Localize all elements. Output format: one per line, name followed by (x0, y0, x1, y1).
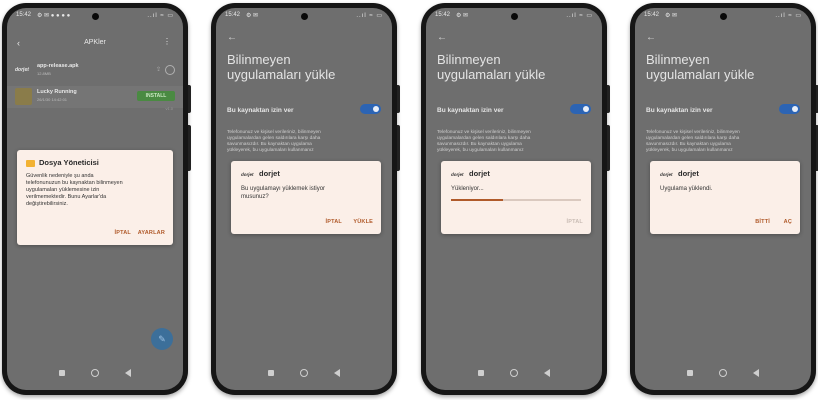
cancel-button[interactable]: İPTAL (326, 219, 342, 225)
status-icons-left: ⚙ ✉ ● ● ● ● (37, 13, 71, 19)
screen-installing: 15:42 ⚙ ✉ ..ıl ≈ ▭ ← Bilinmeyen uygulamal… (426, 8, 602, 390)
install-progress-fill (451, 199, 503, 201)
app-logo: dorjet (15, 67, 29, 73)
app-logo: dorjet (660, 172, 673, 177)
dialog-question: Bu uygulamayı yüklemek istiyor musunuz? (241, 186, 326, 200)
allow-source-toggle[interactable] (360, 104, 381, 114)
dialog-app-name: dorjet (469, 169, 490, 178)
back-nav-icon[interactable] (753, 369, 759, 377)
status-time: 15:42 (435, 12, 451, 18)
app-logo: dorjet (451, 172, 464, 177)
nav-bar (426, 366, 602, 380)
phone-frame-4: 15:42 ⚙ ✉ ..ıl ≈ ▭ ← Bilinmeyen uygulamal… (630, 3, 818, 395)
home-icon[interactable] (510, 369, 518, 377)
dialog-app-name: dorjet (259, 169, 280, 178)
status-icons-left: ⚙ ✉ (665, 13, 678, 19)
allow-source-label: Bu kaynaktan izin ver (646, 107, 713, 114)
status-time: 15:42 (16, 12, 32, 18)
installing-dialog: dorjet dorjet Yükleniyor... İPTAL (441, 161, 591, 234)
cancel-button[interactable]: İPTAL (115, 230, 131, 236)
install-dialog: dorjet dorjet Bu uygulamayı yüklemek ist… (231, 161, 381, 234)
install-button[interactable]: INSTALL (137, 91, 175, 101)
screen-install-prompt: 15:42 ⚙ ✉ ..ıl ≈ ▭ ← Bilinmeyen uygulamal… (216, 8, 392, 390)
game-thumbnail (15, 88, 32, 105)
back-arrow-icon[interactable]: ← (646, 32, 656, 43)
back-nav-icon[interactable] (334, 369, 340, 377)
fab-button[interactable]: ✎ (151, 328, 173, 350)
settings-button[interactable]: AYARLAR (138, 230, 165, 236)
page-title: Bilinmeyen uygulamaları yükle (646, 52, 755, 82)
status-icons-left: ⚙ ✉ (246, 13, 259, 19)
recents-icon[interactable] (59, 370, 65, 376)
game-version: v1.0 (165, 106, 173, 111)
page-title: Bilinmeyen uygulamaları yükle (437, 52, 546, 82)
warning-text: Telefonunuz ve kişisel verileriniz, bili… (227, 130, 321, 153)
install-button[interactable]: YÜKLE (353, 219, 373, 225)
status-time: 15:42 (644, 12, 660, 18)
warning-text: Telefonunuz ve kişisel verileriniz, bili… (437, 130, 531, 153)
home-icon[interactable] (91, 369, 99, 377)
dialog-title: Dosya Yöneticisi (39, 158, 99, 167)
recents-icon[interactable] (687, 370, 693, 376)
dialog-message: Güvenlik nedeniyle şu anda telefonunuzun… (26, 173, 123, 207)
back-nav-icon[interactable] (125, 369, 131, 377)
phone-frame-2: 15:42 ⚙ ✉ ..ıl ≈ ▭ ← Bilinmeyen uygulamal… (211, 3, 400, 395)
security-dialog: Dosya Yöneticisi Güvenlik nedeniyle şu a… (17, 150, 173, 245)
camera-cutout (301, 13, 308, 20)
warning-text: Telefonunuz ve kişisel verileriniz, bili… (646, 130, 740, 153)
folder-icon (26, 160, 35, 167)
allow-source-toggle[interactable] (570, 104, 591, 114)
game-name: Lucky Running (37, 89, 77, 95)
back-arrow-icon[interactable]: ← (227, 32, 237, 43)
nav-bar (216, 366, 392, 380)
installed-message: Uygulama yüklendi. (660, 186, 713, 192)
status-icons-right: ..ıl ≈ ▭ (147, 13, 174, 19)
open-button[interactable]: AÇ (784, 219, 792, 225)
status-icons-right: ..ıl ≈ ▭ (775, 13, 802, 19)
list-item-apk-file[interactable]: dorjet app-release.apk 12.8MB ⇪ (7, 60, 183, 82)
more-options-icon[interactable]: ⋮ (163, 37, 171, 46)
recents-icon[interactable] (478, 370, 484, 376)
screen-file-manager: 15:42 ⚙ ✉ ● ● ● ● ..ıl ≈ ▭ ‹ APKler ⋮ do… (7, 8, 183, 390)
nav-bar (635, 366, 811, 380)
list-item-game[interactable]: Lucky Running 26/1/30 14:42:01 INSTALL v… (7, 86, 183, 111)
file-size: 12.8MB (37, 71, 51, 76)
install-progress-bar (451, 199, 581, 201)
phone-frame-3: 15:42 ⚙ ✉ ..ıl ≈ ▭ ← Bilinmeyen uygulamal… (421, 3, 610, 395)
status-time: 15:42 (225, 12, 241, 18)
nav-bar (7, 366, 183, 380)
allow-source-label: Bu kaynaktan izin ver (437, 107, 504, 114)
status-icons-right: ..ıl ≈ ▭ (356, 13, 383, 19)
app-header: ‹ APKler ⋮ (7, 32, 183, 54)
app-logo: dorjet (241, 172, 254, 177)
home-icon[interactable] (719, 369, 727, 377)
home-icon[interactable] (300, 369, 308, 377)
select-radio[interactable] (165, 65, 175, 75)
page-title: Bilinmeyen uygulamaları yükle (227, 52, 336, 82)
camera-cutout (92, 13, 99, 20)
done-button[interactable]: BİTTİ (755, 219, 770, 225)
dialog-app-name: dorjet (678, 169, 699, 178)
installed-dialog: dorjet dorjet Uygulama yüklendi. BİTTİ A… (650, 161, 800, 234)
screen-installed: 15:42 ⚙ ✉ ..ıl ≈ ▭ ← Bilinmeyen uygulamal… (635, 8, 811, 390)
page-title: APKler (84, 39, 106, 46)
recents-icon[interactable] (268, 370, 274, 376)
file-name: app-release.apk (37, 63, 79, 69)
share-icon[interactable]: ⇪ (156, 66, 161, 73)
cancel-button[interactable]: İPTAL (567, 219, 583, 225)
back-arrow-icon[interactable]: ← (437, 32, 447, 43)
status-icons-left: ⚙ ✉ (456, 13, 469, 19)
installing-status: Yükleniyor... (451, 186, 484, 192)
game-date: 26/1/30 14:42:01 (37, 97, 68, 102)
camera-cutout (720, 13, 727, 20)
status-icons-right: ..ıl ≈ ▭ (566, 13, 593, 19)
camera-cutout (511, 13, 518, 20)
back-nav-icon[interactable] (544, 369, 550, 377)
allow-source-toggle[interactable] (779, 104, 800, 114)
phone-frame-1: 15:42 ⚙ ✉ ● ● ● ● ..ıl ≈ ▭ ‹ APKler ⋮ do… (2, 3, 191, 395)
allow-source-label: Bu kaynaktan izin ver (227, 107, 294, 114)
